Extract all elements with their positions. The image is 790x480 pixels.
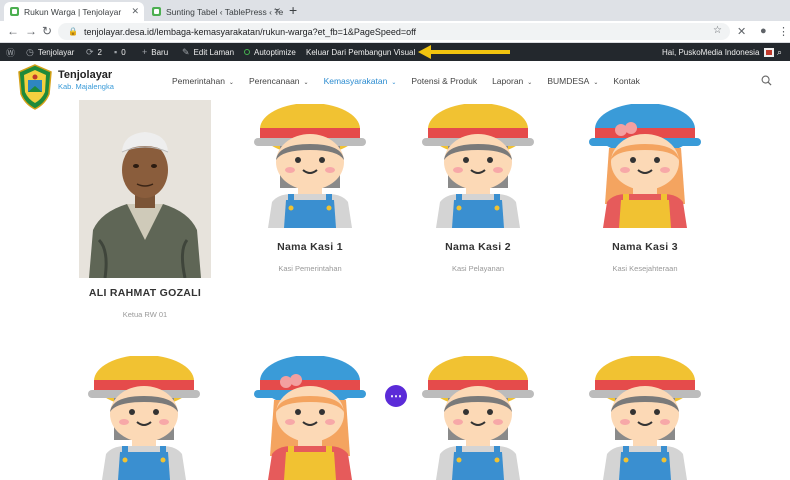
member-avatar xyxy=(421,104,535,228)
chevron-down-icon: ⌄ xyxy=(391,80,397,86)
address-bar[interactable]: 🔒 tenjolayar.desa.id/lembaga-kemasyaraka… xyxy=(58,23,730,40)
member-card: ALI RAHMAT GOZALI Ketua RW 01 xyxy=(79,287,211,319)
annotation-arrow-icon xyxy=(418,45,431,59)
member-avatar xyxy=(588,104,702,228)
admin-updates-link[interactable]: ⟳ 2 xyxy=(86,43,102,61)
chevron-down-icon: ⌄ xyxy=(527,80,533,86)
forward-arrow-icon[interactable]: → xyxy=(25,24,37,38)
tab-title: Rukun Warga | Tenjolayar xyxy=(24,6,122,17)
member-card: Nama Kasi 2 Kasi Pelayanan xyxy=(418,241,538,273)
member-name: Nama Kasi 3 xyxy=(612,241,678,253)
plus-icon: + xyxy=(142,47,148,57)
updates-icon: ⟳ xyxy=(86,46,94,57)
member-card: Nama Kasi 1 Kasi Pemerintahan xyxy=(250,241,370,273)
dashboard-icon: ◷ xyxy=(26,46,34,57)
nav-item-bumdesa[interactable]: BUMDESA ⌄ xyxy=(547,76,598,86)
member-avatar xyxy=(87,356,201,480)
member-photo xyxy=(79,100,211,278)
admin-comments-link[interactable]: ▪ 0 xyxy=(114,43,126,61)
nav-item-kontak[interactable]: Kontak xyxy=(613,76,639,86)
member-card: Nama Kasi 3 Kasi Kesejahteraan xyxy=(585,241,705,273)
extension-x-icon[interactable]: ✕ xyxy=(737,25,746,38)
member-role: Kasi Pelayanan xyxy=(451,264,505,273)
member-role: Kasi Kesejahteraan xyxy=(612,264,678,273)
nav-item-pemerintahan[interactable]: Pemerintahan ⌄ xyxy=(172,76,234,86)
admin-site-link[interactable]: ◷ Tenjolayar xyxy=(26,43,74,61)
member-name: Nama Kasi 1 xyxy=(277,241,343,253)
comments-icon: ▪ xyxy=(114,47,118,57)
profile-avatar-icon[interactable]: ● xyxy=(760,25,767,37)
pencil-icon: ✎ xyxy=(182,46,190,57)
regency-emblem-icon[interactable] xyxy=(17,64,53,110)
close-tab-icon[interactable]: ✕ xyxy=(273,6,281,17)
lock-icon: 🔒 xyxy=(68,27,78,36)
browser-tab-strip: Rukun Warga | Tenjolayar ✕ Sunting Tabel… xyxy=(0,0,790,21)
admin-autoptimize-link[interactable]: Autoptimize xyxy=(244,43,296,61)
member-name: ALI RAHMAT GOZALI xyxy=(88,287,202,299)
wp-admin-bar: Ⓦ ◷ Tenjolayar ⟳ 2 ▪ 0 + Baru ✎ Edit Lam… xyxy=(0,43,790,61)
main-navigation: Pemerintahan ⌄ Perencanaan ⌄ Kemasyarakata… xyxy=(172,76,655,86)
member-avatar xyxy=(253,104,367,228)
admin-new-link[interactable]: + Baru xyxy=(142,43,168,61)
member-name: Nama Kasi 2 xyxy=(445,241,511,253)
chevron-down-icon: ⌄ xyxy=(228,80,234,86)
reload-icon[interactable]: ↻ xyxy=(42,24,52,38)
nav-item-perencanaan[interactable]: Perencanaan ⌄ xyxy=(249,76,309,86)
site-favicon-icon xyxy=(10,7,19,16)
member-role: Ketua RW 01 xyxy=(122,310,168,319)
browser-tab[interactable]: Sunting Tabel ‹ TablePress ‹ Te ✕ xyxy=(146,2,286,21)
nav-item-kemasyarakatan[interactable]: Kemasyarakatan ⌄ xyxy=(324,76,397,86)
search-icon[interactable] xyxy=(761,75,772,86)
member-role: Kasi Pemerintahan xyxy=(278,264,342,273)
admin-account-link[interactable]: Hai, PuskoMedia Indonesia xyxy=(662,43,775,61)
new-tab-icon[interactable]: + xyxy=(289,2,297,18)
wordpress-logo-icon[interactable]: Ⓦ xyxy=(6,43,19,61)
member-avatar xyxy=(421,356,535,480)
admin-edit-page-link[interactable]: ✎ Edit Laman xyxy=(182,43,234,61)
member-avatar xyxy=(253,356,367,480)
site-subtitle: Kab. Majalengka xyxy=(58,82,114,91)
admin-search-icon[interactable]: ⌕ xyxy=(777,43,786,61)
browser-tab-active[interactable]: Rukun Warga | Tenjolayar ✕ xyxy=(4,2,144,21)
builder-dots-icon: ⋯ xyxy=(390,389,402,403)
member-avatar xyxy=(588,356,702,480)
bookmark-star-icon[interactable]: ☆ xyxy=(713,25,722,36)
browser-toolbar: ← → ↻ 🔒 tenjolayar.desa.id/lembaga-kemas… xyxy=(0,21,790,43)
site-title[interactable]: Tenjolayar xyxy=(58,69,112,81)
nav-item-potensi-produk[interactable]: Potensi & Produk xyxy=(411,76,477,86)
close-tab-icon[interactable]: ✕ xyxy=(131,6,139,17)
builder-add-button[interactable]: ⋯ xyxy=(385,385,407,407)
url-text: tenjolayar.desa.id/lembaga-kemasyarakata… xyxy=(83,26,417,37)
chevron-down-icon: ⌄ xyxy=(593,80,599,86)
exit-visual-builder-link[interactable]: Keluar Dari Pembangun Visual xyxy=(306,43,415,61)
user-avatar-icon xyxy=(764,47,775,57)
annotation-arrow-shaft xyxy=(430,50,510,54)
browser-menu-icon[interactable]: ⋮ xyxy=(778,25,789,38)
site-favicon-icon xyxy=(152,7,161,16)
tab-title: Sunting Tabel ‹ TablePress ‹ Te xyxy=(166,6,284,17)
chevron-down-icon: ⌄ xyxy=(303,80,309,86)
back-arrow-icon[interactable]: ← xyxy=(7,24,19,38)
nav-item-laporan[interactable]: Laporan ⌄ xyxy=(492,76,532,86)
status-dot-icon xyxy=(244,49,250,55)
